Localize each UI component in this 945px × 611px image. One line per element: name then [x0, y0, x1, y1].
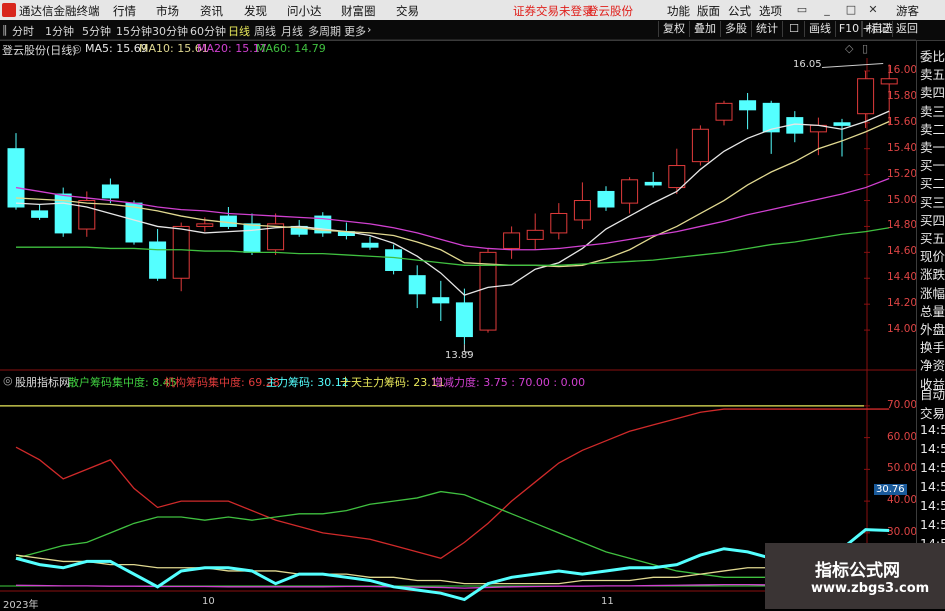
- current-value-tag: 30.76: [874, 484, 907, 495]
- price-axis-label: 15.80: [887, 89, 918, 102]
- candle-body: [550, 212, 568, 234]
- candle-body: [149, 241, 167, 279]
- quote-field-label: 净资: [920, 358, 945, 374]
- trade-list-item[interactable]: 自动: [920, 384, 945, 403]
- main-force-chips: 主力筹码: 30.12: [266, 376, 349, 389]
- trade-list-item[interactable]: 14:5: [920, 498, 945, 513]
- indicator-settings-icon[interactable]: ◎: [3, 374, 13, 387]
- trade-list-item[interactable]: 14:5: [920, 422, 945, 437]
- candle-body: [668, 165, 686, 189]
- indicator-axis-label: 40.00: [887, 494, 918, 507]
- candle-body: [621, 179, 639, 204]
- price-axis-label: 14.20: [887, 297, 918, 310]
- candle-body: [101, 184, 119, 199]
- watermark: 指标公式网 www.zbgs3.com: [765, 543, 945, 609]
- price-axis-label: 15.40: [887, 141, 918, 154]
- watermark-url: www.zbgs3.com: [811, 581, 930, 596]
- price-axis-label: 14.40: [887, 271, 918, 284]
- date-label-nov: 11: [601, 596, 614, 607]
- quote-field-label: 卖四: [920, 85, 945, 101]
- quote-field-label: 现价: [920, 249, 945, 265]
- ma10-line: [15, 120, 890, 268]
- quote-field-label: 卖二: [920, 121, 945, 137]
- candle-body: [408, 275, 426, 295]
- trade-list-item[interactable]: 交易: [920, 403, 945, 422]
- candle-body: [31, 210, 49, 218]
- chart-canvas[interactable]: [0, 0, 945, 609]
- quote-field-label: 卖五: [920, 67, 945, 83]
- candle-body: [196, 223, 214, 227]
- institution-concentration: 机构筹码集中度: 69.28: [164, 376, 280, 389]
- quote-field-label: 卖一: [920, 140, 945, 155]
- indicator-axis-label: 60.00: [887, 430, 918, 443]
- indicator-axis-label: 70.00: [887, 398, 918, 411]
- candle-body: [833, 122, 851, 126]
- ma20-line: [15, 177, 890, 251]
- candle-body: [385, 249, 403, 271]
- high-price-marker: 16.05: [793, 59, 822, 70]
- price-axis-label: 14.80: [887, 219, 918, 232]
- quote-field-label: 买三: [920, 194, 945, 210]
- high-marker-line: [821, 62, 884, 68]
- price-axis-label: 14.00: [887, 323, 918, 336]
- candle-body: [739, 100, 757, 111]
- candle-body: [691, 128, 709, 163]
- institution-line: [15, 408, 890, 559]
- quote-field-label: 卖三: [920, 103, 945, 119]
- quote-field-label: 委比: [920, 49, 945, 64]
- quote-side-panel: 委比 卖五 卖四 卖三 卖二 卖一 买一 买二 买三 买四 买五 现价 涨跌 涨幅 总量 外盘 换手 净资 收益 自动…: [916, 41, 945, 609]
- indicator-name: 股朋指标网: [15, 376, 70, 389]
- trade-list-item[interactable]: 14:5: [920, 517, 945, 532]
- indicator-axis-label: 50.00: [887, 462, 918, 475]
- increase-decrease-force: 增减力度: 3.75 : 70.00 : 0.00: [432, 376, 586, 389]
- main-force-line: [15, 528, 890, 602]
- price-axis-label: 15.60: [887, 115, 918, 128]
- candle-body: [880, 78, 898, 85]
- quote-field-label: 买一: [920, 158, 945, 174]
- candle-body: [125, 202, 143, 243]
- ten-day-line: [15, 554, 890, 585]
- quote-field-label: 涨幅: [920, 285, 945, 301]
- low-price-marker: 13.89: [445, 350, 474, 361]
- quote-field-label: 买五: [920, 231, 945, 246]
- price-axis-label: 15.20: [887, 167, 918, 180]
- candle-body: [455, 302, 473, 338]
- candle-body: [526, 229, 544, 240]
- candle-body: [243, 223, 261, 253]
- candle-body: [172, 225, 190, 279]
- quote-field-label: 外盘: [920, 322, 945, 337]
- quote-field-label: 换手: [920, 340, 945, 356]
- price-axis-label: 14.60: [887, 245, 918, 258]
- ma60-line: [16, 227, 890, 266]
- candle-body: [503, 232, 521, 249]
- trade-list-item[interactable]: 14:5: [920, 441, 945, 456]
- candle-body: [857, 78, 875, 115]
- quote-field-label: 总量: [920, 303, 945, 319]
- price-axis-label: 15.00: [887, 193, 918, 206]
- candle-body: [573, 200, 591, 221]
- ma5-line: [15, 110, 890, 296]
- candle-body: [597, 190, 615, 208]
- candle-body: [78, 200, 96, 230]
- date-label-oct: 10: [202, 596, 215, 607]
- indicator-axis-label: 30.00: [887, 525, 918, 538]
- candle-body: [644, 181, 662, 186]
- ten-day-main-chips: 十天主力筹码: 23.11: [340, 376, 445, 389]
- quote-field-label: 涨跌: [920, 267, 945, 283]
- candle-body: [432, 297, 450, 304]
- trade-list-item[interactable]: 14:5: [920, 460, 945, 475]
- price-axis-label: 16.00: [887, 63, 918, 76]
- watermark-brand: 指标公式网: [815, 561, 900, 581]
- retail-concentration: 散户筹码集中度: 8.45: [68, 376, 177, 389]
- quote-field-label: 买四: [920, 212, 945, 228]
- candle-body: [715, 102, 733, 121]
- quote-field-label: 买二: [920, 176, 945, 192]
- trade-list-item[interactable]: 14:5: [920, 479, 945, 494]
- candle-body: [219, 215, 237, 227]
- candle-body: [361, 242, 379, 248]
